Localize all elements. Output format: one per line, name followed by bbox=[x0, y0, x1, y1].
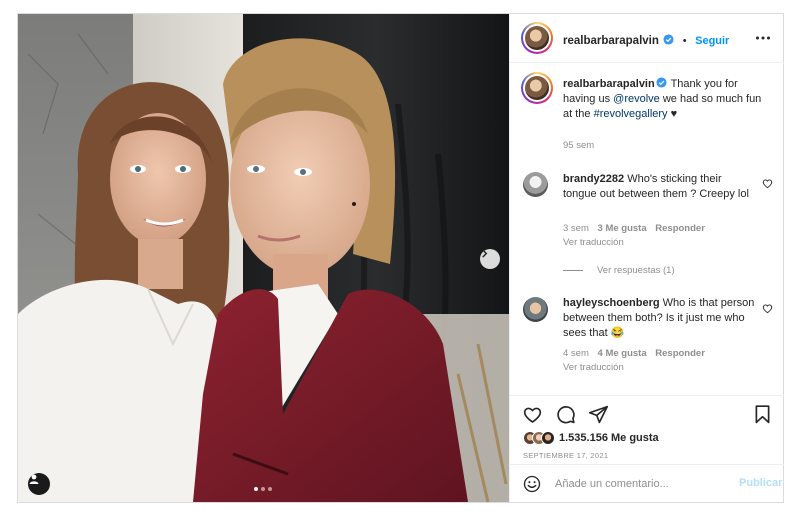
caption-avatar[interactable] bbox=[521, 72, 553, 104]
author-username[interactable]: realbarbarapalvin bbox=[563, 35, 659, 47]
replies-line bbox=[563, 270, 583, 271]
comment-time[interactable]: 3 sem bbox=[563, 223, 589, 234]
caption-meta: 95 sem bbox=[563, 140, 600, 151]
caption-hashtag[interactable]: #revolvegallery bbox=[594, 108, 668, 120]
comment-meta: 3 sem 3 Me gusta Responder bbox=[563, 223, 711, 234]
bookmark-icon[interactable] bbox=[752, 404, 773, 425]
tagged-users-button[interactable] bbox=[28, 473, 50, 495]
add-comment-bar: Publicar bbox=[510, 464, 784, 502]
more-icon[interactable] bbox=[754, 29, 772, 47]
carousel-indicator bbox=[254, 487, 272, 491]
post-photo bbox=[18, 14, 509, 502]
caption-part-3: ♥ bbox=[667, 108, 678, 120]
post-date[interactable]: SEPTIEMBRE 17, 2021 bbox=[523, 451, 608, 460]
comment-likes[interactable]: 3 Me gusta bbox=[598, 223, 647, 234]
share-icon[interactable] bbox=[588, 404, 609, 425]
comment-input[interactable] bbox=[555, 474, 735, 494]
comment-likes[interactable]: 4 Me gusta bbox=[598, 348, 647, 359]
post-card: realbarbarapalvin • Seguir realbarbarapa… bbox=[17, 13, 784, 503]
comment-meta: 4 sem 4 Me gusta Responder bbox=[563, 348, 711, 359]
publish-button[interactable]: Publicar bbox=[739, 477, 782, 489]
verified-icon bbox=[663, 34, 674, 45]
comment-text: brandy2282 Who's sticking their tongue o… bbox=[563, 172, 753, 202]
likes-count[interactable]: 1.535.156 Me gusta bbox=[559, 432, 659, 444]
comment-avatar[interactable] bbox=[523, 172, 548, 197]
translate-link[interactable]: Ver traducción bbox=[563, 237, 624, 248]
caption-username[interactable]: realbarbarapalvin bbox=[563, 78, 655, 90]
author-avatar[interactable] bbox=[521, 22, 553, 54]
comment-heart-icon[interactable] bbox=[762, 303, 773, 314]
user-tag-icon bbox=[29, 474, 39, 484]
comment-icon[interactable] bbox=[555, 404, 576, 425]
post-actions: 1.535.156 Me gusta SEPTIEMBRE 17, 2021 bbox=[510, 395, 784, 465]
heart-icon[interactable] bbox=[522, 404, 543, 425]
carousel-dot-active bbox=[254, 487, 258, 491]
comment-avatar[interactable] bbox=[523, 297, 548, 322]
next-slide-button[interactable] bbox=[480, 249, 500, 269]
caption-text: realbarbarapalvin Thank you for having u… bbox=[563, 77, 763, 122]
separator-dot: • bbox=[682, 35, 687, 47]
comment-username[interactable]: hayleyschoenberg bbox=[563, 297, 660, 309]
view-replies-label: Ver respuestas (1) bbox=[597, 265, 675, 276]
comments-list[interactable]: realbarbarapalvin Thank you for having u… bbox=[510, 64, 784, 394]
comment-text: hayleyschoenberg Who is that person betw… bbox=[563, 296, 758, 341]
liker-avatar bbox=[541, 431, 555, 445]
reply-button[interactable]: Responder bbox=[655, 348, 705, 359]
post-media[interactable] bbox=[18, 14, 509, 502]
carousel-dot bbox=[261, 487, 265, 491]
comment-time[interactable]: 4 sem bbox=[563, 348, 589, 359]
caption-mention[interactable]: @revolve bbox=[613, 93, 660, 105]
verified-icon bbox=[656, 77, 667, 88]
follow-button[interactable]: Seguir bbox=[695, 35, 729, 47]
carousel-dot bbox=[268, 487, 272, 491]
caption-time[interactable]: 95 sem bbox=[563, 140, 594, 151]
header-user-line: realbarbarapalvin • Seguir bbox=[563, 31, 729, 49]
post-header: realbarbarapalvin • Seguir bbox=[510, 14, 784, 63]
reply-button[interactable]: Responder bbox=[655, 223, 705, 234]
translate-link[interactable]: Ver traducción bbox=[563, 362, 624, 373]
comment-username[interactable]: brandy2282 bbox=[563, 173, 624, 185]
comment-heart-icon[interactable] bbox=[762, 178, 773, 189]
view-replies-button[interactable]: Ver respuestas (1) bbox=[563, 265, 675, 276]
chevron-right-icon bbox=[482, 249, 488, 258]
post-side-panel: realbarbarapalvin • Seguir realbarbarapa… bbox=[509, 14, 784, 502]
emoji-icon[interactable] bbox=[523, 475, 541, 493]
likes-row: 1.535.156 Me gusta bbox=[523, 431, 659, 445]
